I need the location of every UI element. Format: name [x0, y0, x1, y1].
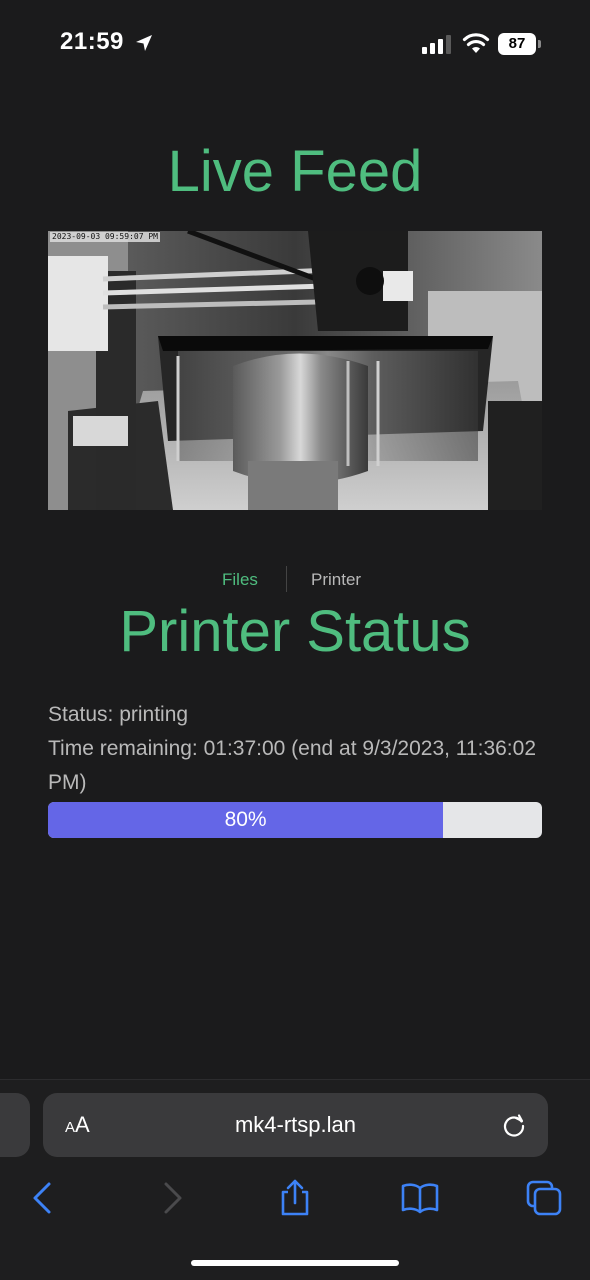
- back-icon[interactable]: [24, 1178, 64, 1218]
- clock: 21:59: [60, 28, 124, 55]
- browser-toolbar: AA mk4-rtsp.lan: [0, 1079, 590, 1280]
- live-feed-title: Live Feed: [167, 139, 423, 204]
- page: 21:59 87 Live Feed 2023-09-03 09:59:07 P…: [0, 0, 590, 1280]
- section-nav: Files Printer: [0, 566, 590, 594]
- forward-icon[interactable]: [152, 1178, 192, 1218]
- bookmarks-icon[interactable]: [400, 1178, 440, 1218]
- url-text[interactable]: mk4-rtsp.lan: [43, 1112, 548, 1138]
- status-line: Status: printing: [48, 703, 189, 726]
- share-icon[interactable]: [275, 1178, 315, 1218]
- status-bar: 21:59 87: [0, 0, 590, 80]
- nav-link-files[interactable]: Files: [222, 570, 258, 590]
- cellular-signal-icon: [422, 35, 451, 54]
- feed-timestamp: 2023-09-03 09:59:07 PM: [50, 232, 160, 242]
- battery-tip: [538, 40, 541, 48]
- previous-tab-address-bar[interactable]: [0, 1093, 30, 1157]
- home-indicator: [191, 1260, 399, 1266]
- address-bar[interactable]: AA mk4-rtsp.lan: [43, 1093, 548, 1157]
- battery-icon: 87: [498, 33, 542, 55]
- reload-icon[interactable]: [501, 1113, 527, 1139]
- progress-label: 80%: [224, 808, 267, 831]
- printer-status-title: Printer Status: [119, 599, 471, 664]
- nav-divider: [286, 566, 287, 592]
- print-progress-bar: 80%: [48, 802, 542, 838]
- location-arrow-icon: [136, 35, 152, 51]
- wifi-icon: [462, 33, 490, 53]
- tabs-icon[interactable]: [524, 1178, 564, 1218]
- nav-link-printer[interactable]: Printer: [311, 570, 361, 590]
- camera-feed-image: 2023-09-03 09:59:07 PM: [48, 231, 542, 510]
- status-details: Status: printing Time remaining: 01:37:0…: [48, 698, 548, 800]
- battery-level: 87: [498, 33, 536, 55]
- camera-feed-illustration: [48, 231, 542, 510]
- time-remaining-line: Time remaining: 01:37:00 (end at 9/3/202…: [48, 737, 536, 794]
